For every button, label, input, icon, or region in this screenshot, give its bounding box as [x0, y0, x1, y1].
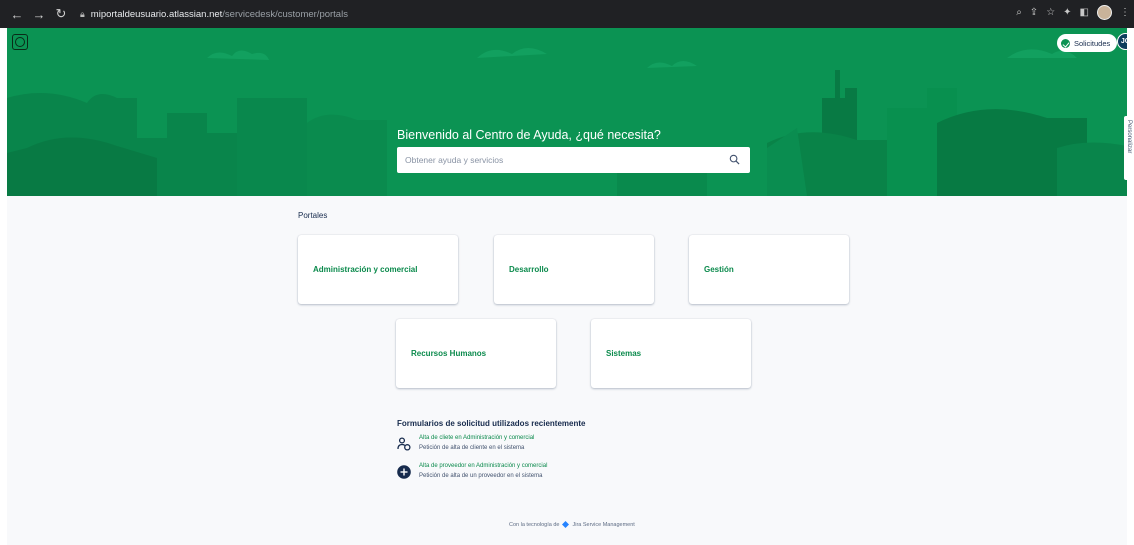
search-box[interactable]	[397, 147, 750, 173]
lock-icon: 🔒︎	[80, 8, 85, 19]
requests-button[interactable]: Solicitudes	[1057, 34, 1118, 52]
portal-card-desarrollo[interactable]: Desarrollo	[494, 235, 654, 304]
customize-side-tab[interactable]: Personalizar	[1124, 116, 1134, 180]
footer-product[interactable]: Jira Service Management	[572, 522, 634, 528]
portal-card-administracion[interactable]: Administración y comercial	[298, 235, 458, 304]
footer-prefix: Con la tecnología de	[509, 521, 560, 528]
avatar[interactable]: JG	[1117, 33, 1127, 50]
portal-card-label: Sistemas	[606, 349, 642, 358]
portal-card-recursos-humanos[interactable]: Recursos Humanos	[396, 319, 556, 388]
help-center-logo[interactable]	[12, 34, 28, 50]
address-bar[interactable]: 🔒︎ miportaldeusuario.atlassian.net /serv…	[80, 4, 1020, 24]
recent-form-item[interactable]: Alta de proveedor en Administración y co…	[397, 463, 597, 485]
recent-form-description: Petición de alta de un proveedor en el s…	[419, 473, 543, 479]
portal-card-gestion[interactable]: Gestión	[689, 235, 849, 304]
add-user-icon	[397, 437, 411, 451]
welcome-heading: Bienvenido al Centro de Ayuda, ¿qué nece…	[397, 128, 661, 142]
portal-card-label: Administración y comercial	[313, 265, 418, 274]
plus-circle-icon	[397, 465, 411, 479]
jira-service-management-icon	[562, 521, 570, 528]
powered-by-footer: Con la tecnología de Jira Service Manage…	[509, 521, 635, 528]
back-icon[interactable]: ←	[8, 7, 26, 22]
sidepanel-icon[interactable]: ◧	[1080, 7, 1089, 18]
portal-card-label: Gestión	[704, 265, 734, 274]
recent-form-item[interactable]: Alta de cliete en Administración y comer…	[397, 435, 597, 457]
portal-card-label: Recursos Humanos	[411, 349, 487, 358]
menu-icon[interactable]: ⋮	[1120, 7, 1130, 18]
zoom-icon[interactable]: ⌕	[1016, 7, 1022, 18]
recent-form-description: Petición de alta de cliente en el sistem…	[419, 445, 525, 451]
check-icon	[1061, 38, 1070, 48]
portals-heading: Portales	[298, 211, 328, 220]
star-icon[interactable]: ☆	[1046, 7, 1055, 18]
portal-card-label: Desarrollo	[509, 265, 549, 274]
recent-forms-heading: Formularios de solicitud utilizados reci…	[397, 419, 586, 428]
recent-form-link[interactable]: Alta de proveedor en Administración y co…	[419, 463, 547, 469]
portal-card-sistemas[interactable]: Sistemas	[591, 319, 751, 388]
url-host: miportaldeusuario.atlassian.net	[90, 8, 223, 20]
requests-label: Solicitudes	[1074, 38, 1111, 48]
browser-toolbar: ← → ↻ 🔒︎ miportaldeusuario.atlassian.net…	[0, 0, 1134, 28]
help-center-page: Solicitudes JG Bienvenido al Centro de A…	[7, 28, 1134, 545]
hero-banner: Solicitudes JG Bienvenido al Centro de A…	[7, 28, 1127, 196]
forward-icon[interactable]: →	[30, 7, 48, 22]
profile-icon[interactable]	[1097, 5, 1112, 20]
side-tab-label: Personalizar	[1126, 120, 1132, 154]
search-input[interactable]	[405, 155, 715, 165]
extensions-icon[interactable]: ✦	[1063, 7, 1071, 18]
recent-form-link[interactable]: Alta de cliete en Administración y comer…	[419, 435, 534, 441]
search-icon[interactable]	[729, 154, 740, 165]
url-path: /servicedesk/customer/portals	[222, 8, 348, 20]
reload-icon[interactable]: ↻	[52, 6, 70, 22]
share-icon[interactable]: ⇪	[1030, 7, 1038, 18]
